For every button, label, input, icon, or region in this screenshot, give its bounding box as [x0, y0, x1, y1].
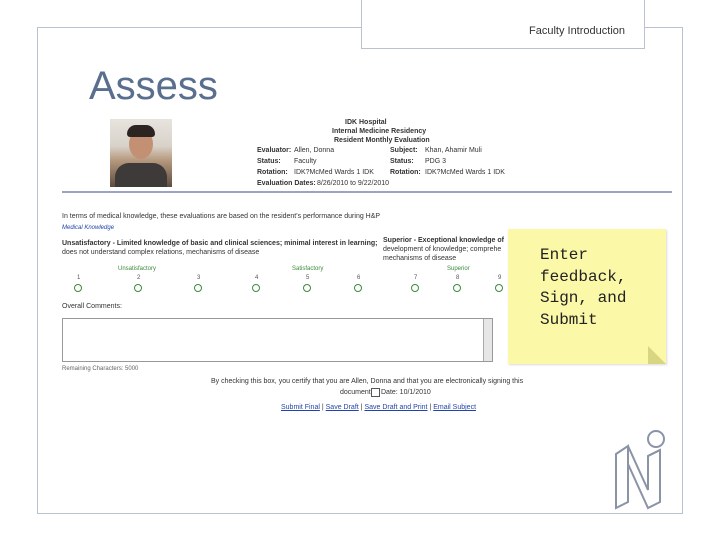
- email-subject-link[interactable]: Email Subject: [433, 404, 476, 411]
- submit-final-link[interactable]: Submit Final: [281, 404, 320, 411]
- evaluator-value: Allen, Donna: [294, 147, 335, 154]
- scale-number-2: 2: [137, 275, 141, 281]
- status-label: Status:: [257, 158, 281, 165]
- subject-value: Khan, Ahamir Muli: [425, 147, 482, 154]
- hospital-name: IDK Hospital: [345, 119, 387, 126]
- rating-radio-7[interactable]: [411, 284, 419, 292]
- program-name: Internal Medicine Residency: [332, 128, 427, 135]
- scale-label-satisfactory: Satisfactory: [292, 266, 324, 272]
- rating-radio-5[interactable]: [303, 284, 311, 292]
- evaluator-label: Evaluator:: [257, 147, 292, 154]
- question-text: In terms of medical knowledge, these eva…: [62, 213, 381, 220]
- scale-number-3: 3: [197, 275, 201, 281]
- overall-comments-label: Overall Comments:: [62, 303, 122, 310]
- ni-logo-icon: [615, 430, 665, 510]
- scale-label-unsatisfactory: Unsatisfactory: [118, 266, 157, 272]
- subject-status-value: PDG 3: [425, 158, 447, 165]
- certify-text-2: document.: [340, 389, 373, 396]
- superior-description-2: development of knowledge; comprehe: [383, 246, 502, 253]
- evaluation-type: Resident Monthly Evaluation: [334, 137, 430, 144]
- sticky-line-4: Submit: [540, 310, 598, 329]
- scale-number-8: 8: [456, 275, 460, 281]
- status-value: Faculty: [294, 158, 317, 165]
- overall-comments-textarea[interactable]: [62, 318, 493, 362]
- scale-number-6: 6: [357, 275, 361, 281]
- competency-label: Medical Knowledge: [62, 225, 115, 231]
- slide-title: Assess: [89, 64, 218, 108]
- signature-checkbox[interactable]: [371, 388, 380, 397]
- header-divider: [62, 191, 672, 193]
- unsatisfactory-description-1: Unsatisfactory - Limited knowledge of ba…: [62, 240, 378, 247]
- sticky-line-1: Enter: [540, 246, 589, 264]
- scale-number-7: 7: [414, 275, 418, 281]
- rating-radio-1[interactable]: [74, 284, 82, 292]
- scale-number-1: 1: [77, 275, 81, 281]
- save-draft-link[interactable]: Save Draft: [326, 404, 359, 411]
- rotation-value: IDK?McMed Wards 1 IDK: [294, 169, 374, 176]
- rating-radio-2[interactable]: [134, 284, 142, 292]
- unsatisfactory-description-2: does not understand complex relations, m…: [62, 249, 260, 256]
- scale-number-4: 4: [255, 275, 259, 281]
- subject-rotation-label: Rotation:: [390, 169, 421, 176]
- sticky-note: Enter feedback, Sign, and Submit: [508, 229, 666, 364]
- rating-radio-8[interactable]: [453, 284, 461, 292]
- sticky-line-2: feedback,: [540, 267, 627, 286]
- superior-description-1: Superior - Exceptional knowledge of: [383, 237, 504, 244]
- subject-rotation-value: IDK?McMed Wards 1 IDK: [425, 169, 505, 176]
- evaluation-dates-label: Evaluation Dates:: [257, 180, 316, 187]
- rating-radio-3[interactable]: [194, 284, 202, 292]
- rating-radio-9[interactable]: [495, 284, 503, 292]
- sticky-line-3: Sign, and: [540, 289, 627, 307]
- action-links: Submit Final | Save Draft | Save Draft a…: [281, 404, 477, 411]
- certify-text: By checking this box, you certify that y…: [211, 378, 524, 385]
- rotation-label: Rotation:: [257, 169, 288, 176]
- scale-number-9: 9: [498, 275, 502, 281]
- header-tab-title: Faculty Introduction: [529, 25, 625, 37]
- evaluation-dates-value: 8/26/2010 to 9/22/2010: [317, 180, 390, 187]
- scale-label-superior: Superior: [447, 266, 470, 272]
- evaluator-photo: [110, 119, 172, 187]
- remaining-characters: Remaining Characters: 5000: [62, 366, 139, 372]
- textarea-scrollbar[interactable]: [483, 319, 492, 361]
- save-draft-print-link[interactable]: Save Draft and Print: [364, 404, 427, 411]
- subject-label: Subject:: [390, 147, 418, 154]
- rating-radio-6[interactable]: [354, 284, 362, 292]
- subject-status-label: Status:: [390, 158, 414, 165]
- superior-description-3: mechanisms of disease: [383, 255, 457, 262]
- signature-date: Date: 10/1/2010: [381, 389, 431, 396]
- scale-number-5: 5: [306, 275, 310, 281]
- sticky-fold: [648, 346, 666, 364]
- rating-radio-4[interactable]: [252, 284, 260, 292]
